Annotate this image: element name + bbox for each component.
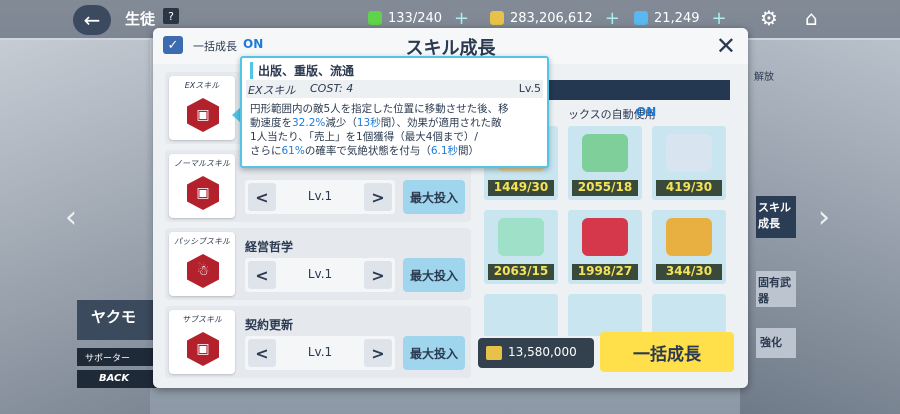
credit-cost-box: 13,580,000: [478, 338, 594, 368]
help-icon[interactable]: ?: [163, 8, 179, 24]
level-stepper: < Lv.1 >: [245, 336, 395, 370]
skill-row-passive: パッシブスキル ☃ 経営哲学 < Lv.1 > 最大投入: [165, 228, 471, 300]
gem-resource: 21,249 +: [634, 7, 727, 29]
ap-plus-icon[interactable]: +: [454, 8, 469, 29]
back-arrow-button[interactable]: ←: [73, 5, 111, 35]
credit-cost-value: 13,580,000: [508, 345, 577, 359]
desc-text: 減少（: [325, 117, 357, 129]
home-icon[interactable]: ⌂: [805, 6, 818, 30]
skill-icon-passive[interactable]: パッシブスキル ☃: [169, 232, 235, 296]
skill-emblem-icon: ▣: [187, 98, 219, 132]
next-arrow-icon[interactable]: ›: [818, 200, 830, 235]
skill-type-label: ノーマルスキル: [174, 159, 230, 168]
desc-highlight: 6.1秒: [430, 145, 459, 157]
material-count: 344/30: [656, 264, 722, 280]
tooltip-skill-name: 出版、重版、流通: [250, 62, 354, 79]
material-item[interactable]: 2055/18: [568, 126, 642, 200]
credit-resource: 283,206,612 +: [490, 7, 620, 29]
material-count: 2063/15: [488, 264, 554, 280]
credit-icon: [486, 346, 502, 360]
skill-icon-ex[interactable]: EXスキル ▣: [169, 76, 235, 140]
skill-row-sub: サブスキル ▣ 契約更新 < Lv.1 > 最大投入: [165, 306, 471, 378]
max-invest-button[interactable]: 最大投入: [403, 180, 465, 214]
desc-text: さらに: [250, 145, 282, 157]
desc-text: 間）、効果が適用された敵: [380, 117, 502, 129]
desc-text: 動速度を: [250, 117, 292, 129]
tooltip-skill-type: EXスキル: [248, 84, 296, 97]
level-increase-button[interactable]: >: [364, 339, 392, 367]
material-count: 1998/27: [572, 264, 638, 280]
unlock-label: 解放: [754, 72, 774, 83]
ap-icon: [368, 11, 382, 25]
credit-plus-icon[interactable]: +: [605, 8, 620, 29]
gem-value: 21,249: [654, 10, 700, 26]
skill-name: 経営哲学: [245, 240, 294, 254]
material-item[interactable]: 1998/27: [568, 210, 642, 284]
level-increase-button[interactable]: >: [364, 183, 392, 211]
unique-weapon-tab[interactable]: 固有武器: [756, 271, 796, 307]
material-image: [582, 134, 628, 172]
skill-type-label: EXスキル: [184, 81, 220, 90]
gem-plus-icon[interactable]: +: [712, 8, 727, 29]
credit-icon: [490, 11, 504, 25]
desc-text: 間）: [458, 145, 480, 157]
gear-icon[interactable]: ⚙: [760, 6, 778, 30]
gem-icon: [634, 11, 648, 25]
ap-value: 133/240: [388, 10, 443, 26]
level-stepper: < Lv.1 >: [245, 258, 395, 292]
skill-emblem-icon: ▣: [187, 176, 219, 210]
desc-line-1: 円形範囲内の敵5人を指定した位置に移動させた後、移: [250, 103, 509, 115]
max-invest-button[interactable]: 最大投入: [403, 258, 465, 292]
desc-highlight: 61%: [281, 145, 305, 157]
desc-highlight: 32.2%: [292, 117, 326, 129]
material-item[interactable]: 344/30: [652, 210, 726, 284]
character-card: ヤクモ: [77, 300, 162, 340]
material-item[interactable]: [568, 294, 642, 336]
skill-icon-sub[interactable]: サブスキル ▣: [169, 310, 235, 374]
page-title: 生徒: [125, 10, 156, 28]
material-image: [666, 134, 712, 172]
material-image: [582, 218, 628, 256]
material-image: [498, 218, 544, 256]
desc-line-2: 動速度を32.2%減少（13秒間）、効果が適用された敵: [250, 116, 545, 130]
desc-line-3: 1人当たり、「売上」を1個獲得（最大4個まで）/: [250, 131, 478, 143]
close-icon[interactable]: ✕: [716, 32, 736, 60]
material-item[interactable]: 2063/15: [484, 210, 558, 284]
max-invest-button[interactable]: 最大投入: [403, 336, 465, 370]
character-name: ヤクモ: [91, 308, 137, 326]
support-label: サポーター: [77, 348, 157, 366]
material-count: 419/30: [656, 180, 722, 196]
credit-value: 283,206,612: [510, 10, 593, 26]
material-count: 1449/30: [488, 180, 554, 196]
skill-growth-tab[interactable]: スキル成長: [756, 196, 796, 238]
skill-emblem-icon: ☃: [187, 254, 219, 288]
ap-resource: 133/240 +: [368, 7, 469, 29]
material-item[interactable]: [484, 294, 558, 336]
back-button[interactable]: BACK: [77, 370, 157, 388]
tooltip-cost: COST: 4: [310, 82, 354, 95]
skill-type-label: サブスキル: [182, 315, 222, 324]
level-increase-button[interactable]: >: [364, 261, 392, 289]
material-count: 2055/18: [572, 180, 638, 196]
skill-name: 契約更新: [245, 318, 294, 332]
material-image: [666, 218, 712, 256]
level-stepper: < Lv.1 >: [245, 180, 395, 214]
desc-text: の確率で気絶状態を付与（: [304, 145, 431, 157]
enhance-tab[interactable]: 強化: [756, 328, 796, 358]
prev-arrow-icon[interactable]: ‹: [65, 200, 77, 235]
desc-highlight: 13秒: [356, 117, 381, 129]
skill-type-label: パッシブスキル: [174, 237, 230, 246]
skill-icon-normal[interactable]: ノーマルスキル ▣: [169, 154, 235, 218]
right-side-menu: 解放 スキル成長 固有武器 強化: [752, 66, 802, 366]
material-item[interactable]: 419/30: [652, 126, 726, 200]
bulk-growth-button[interactable]: 一括成長: [600, 332, 734, 372]
skill-tooltip: 出版、重版、流通 EXスキル COST: 4 Lv.5 円形範囲内の敵5人を指定…: [240, 56, 549, 168]
tooltip-level: Lv.5: [518, 82, 541, 95]
tooltip-description: 円形範囲内の敵5人を指定した位置に移動させた後、移 動速度を32.2%減少（13…: [250, 102, 545, 158]
desc-line-4: さらに61%の確率で気絶状態を付与（6.1秒間）: [250, 144, 545, 158]
auto-use-state[interactable]: ON: [636, 105, 656, 119]
material-item[interactable]: [652, 294, 726, 336]
skill-emblem-icon: ▣: [187, 332, 219, 366]
